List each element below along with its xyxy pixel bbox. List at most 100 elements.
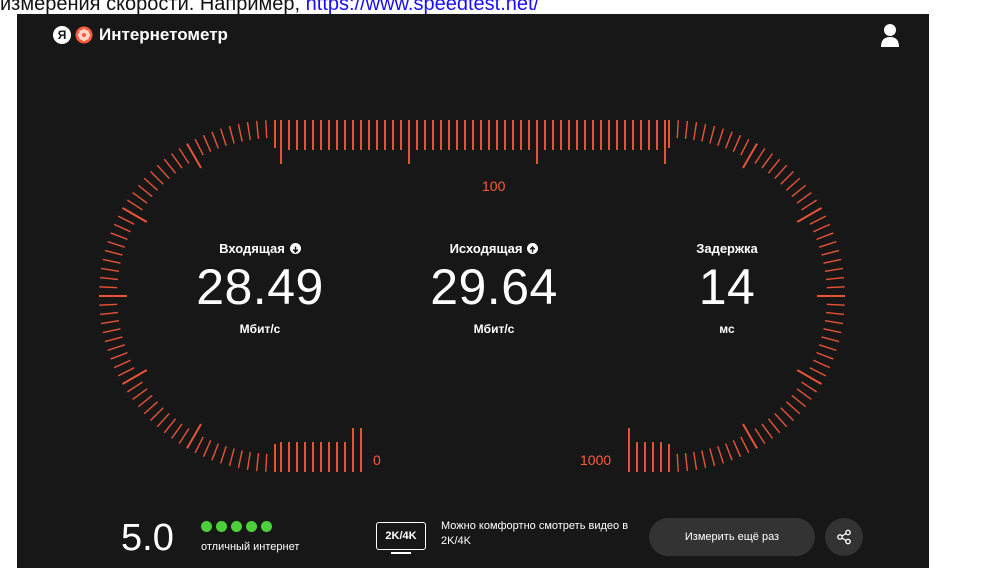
- gauge-tick: [163, 158, 177, 174]
- gauge-tick: [110, 351, 128, 360]
- upload-unit: Мбит/с: [473, 322, 515, 336]
- download-icon: [289, 243, 301, 254]
- gauge-tick: [194, 138, 204, 156]
- download-label: Входящая: [219, 241, 285, 256]
- gauge-tick: [99, 311, 118, 316]
- gauge-tick: [816, 351, 834, 360]
- gauge-tick: [117, 367, 135, 377]
- gauge-tick: [717, 128, 725, 146]
- download-metric: Входящая 28.49 Мбит/с: [145, 241, 375, 336]
- gauge-tick: [693, 122, 698, 141]
- gauge-tick: [709, 125, 716, 144]
- rating-score: 5.0: [121, 517, 174, 559]
- scale-label-1000: 1000: [580, 452, 612, 468]
- latency-value: 14: [698, 259, 756, 315]
- gauge-tick: [767, 158, 781, 174]
- rating-dot: [261, 521, 272, 532]
- gauge-tick: [237, 123, 243, 142]
- gauge-tick: [813, 223, 831, 233]
- gauge-tick: [107, 344, 125, 352]
- download-unit: Мбит/с: [239, 322, 281, 336]
- gauge-tick: [143, 177, 159, 191]
- gauge-tick: [732, 134, 742, 152]
- gauge-tick: [156, 164, 170, 180]
- gauge-tick: [732, 440, 742, 458]
- gauge-tick: [150, 171, 164, 185]
- gauge-tick: [816, 232, 834, 241]
- gauge-tick: [102, 328, 121, 334]
- gauge-tick: [676, 453, 679, 472]
- gauge-tick: [110, 232, 128, 241]
- scale-label-100: 100: [482, 178, 506, 194]
- gauge-tick: [163, 418, 177, 434]
- gauge-tick: [132, 191, 148, 204]
- gauge-tick: [99, 303, 118, 306]
- gauge-tick: [102, 258, 121, 264]
- gauge-tick: [202, 134, 212, 152]
- gauge-tick: [754, 428, 766, 444]
- share-icon[interactable]: [825, 518, 863, 556]
- gauge-tick: [211, 131, 220, 149]
- gauge-tick: [780, 171, 794, 185]
- rating-dots: [201, 521, 272, 532]
- upload-metric: Исходящая 29.64 Мбит/с: [379, 241, 609, 336]
- gauge-tick: [219, 446, 227, 464]
- gauge-tick: [809, 215, 827, 225]
- video-quality-badge: 2K/4K: [376, 522, 426, 554]
- gauge-tick: [101, 267, 120, 272]
- gauge-tick: [265, 120, 268, 139]
- gauge-tick: [113, 223, 131, 233]
- gauge-tick: [137, 184, 153, 198]
- gauge-tick: [127, 381, 143, 393]
- gauge-tick: [761, 423, 774, 439]
- video-quality-text: Можно комфортно смотреть видео в 2K/4K: [441, 520, 629, 547]
- gauge-tick: [809, 367, 827, 377]
- gauge-tick: [724, 443, 733, 461]
- gauge-tick: [228, 125, 235, 144]
- gauge-tick: [701, 450, 707, 469]
- gauge-tick: [117, 215, 135, 225]
- gauge-tick: [228, 448, 235, 467]
- rating-text: отличный интернет: [201, 541, 300, 553]
- gauge-tick: [701, 123, 707, 142]
- gauge-tick: [724, 131, 733, 149]
- gauge-tick: [137, 394, 153, 408]
- gauge-tick: [99, 286, 118, 289]
- retry-button[interactable]: Измерить ещё раз: [649, 518, 815, 556]
- gauge-tick: [143, 401, 159, 415]
- gauge-tick: [676, 120, 679, 139]
- gauge-tick: [107, 240, 125, 248]
- gauge-tick: [246, 122, 251, 141]
- gauge-tick: [202, 440, 212, 458]
- gauge-tick: [801, 199, 817, 211]
- gauge-tick: [780, 407, 794, 421]
- gauge-tick: [170, 153, 183, 169]
- gauge-tick: [785, 177, 801, 191]
- gauge-tick: [104, 249, 123, 256]
- gauge-tick: [170, 423, 183, 439]
- gauge-tick: [791, 394, 807, 408]
- latency-label: Задержка: [696, 241, 758, 256]
- gauge-tick: [113, 359, 131, 369]
- gauge-tick: [156, 412, 170, 428]
- gauge-tick: [255, 453, 260, 472]
- gauge-tick: [99, 276, 118, 281]
- gauge-tick: [684, 120, 689, 139]
- speedtest-link[interactable]: https://www.speedtest.net/: [306, 0, 539, 15]
- gauge-tick: [717, 446, 725, 464]
- results-footer: 5.0 отличный интернет 2K/4K Можно комфор…: [17, 514, 929, 564]
- gauge-tick: [709, 448, 716, 467]
- gauge-tick: [150, 407, 164, 421]
- gauge-tick: [774, 164, 788, 180]
- gauge-tick: [237, 450, 243, 469]
- gauge-tick: [785, 401, 801, 415]
- gauge-tick: [101, 320, 120, 325]
- upload-label: Исходящая: [449, 241, 523, 256]
- gauge-tick: [194, 436, 204, 454]
- gauge-tick: [693, 451, 698, 470]
- upload-value: 29.64: [430, 259, 558, 315]
- latency-unit: мс: [719, 322, 735, 336]
- rating-dot: [201, 521, 212, 532]
- gauge-tick: [127, 199, 143, 211]
- gauge-tick: [774, 412, 788, 428]
